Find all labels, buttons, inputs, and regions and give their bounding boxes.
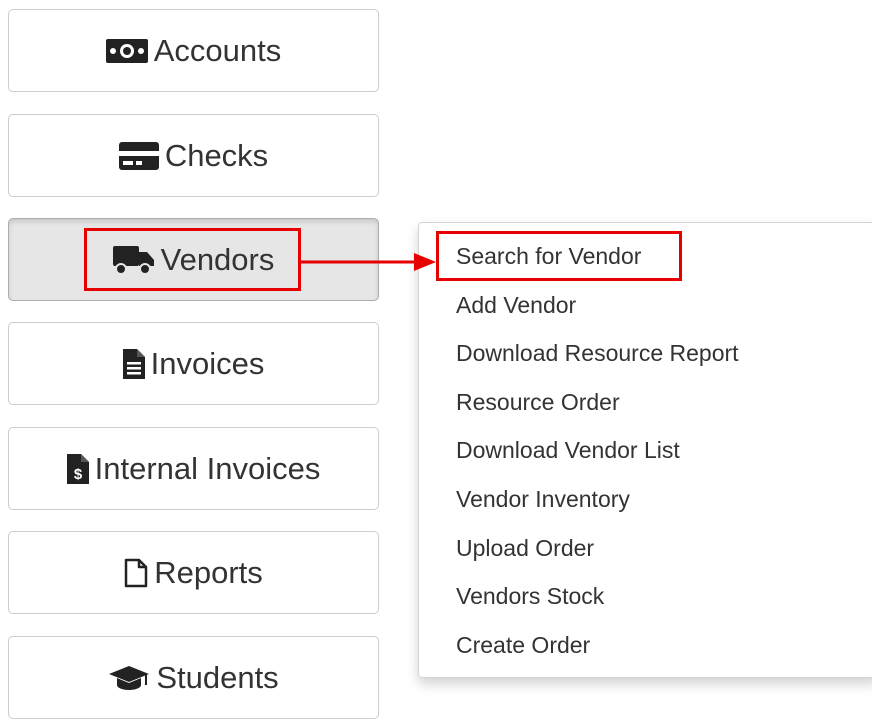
annotation-arrow — [301, 253, 436, 271]
